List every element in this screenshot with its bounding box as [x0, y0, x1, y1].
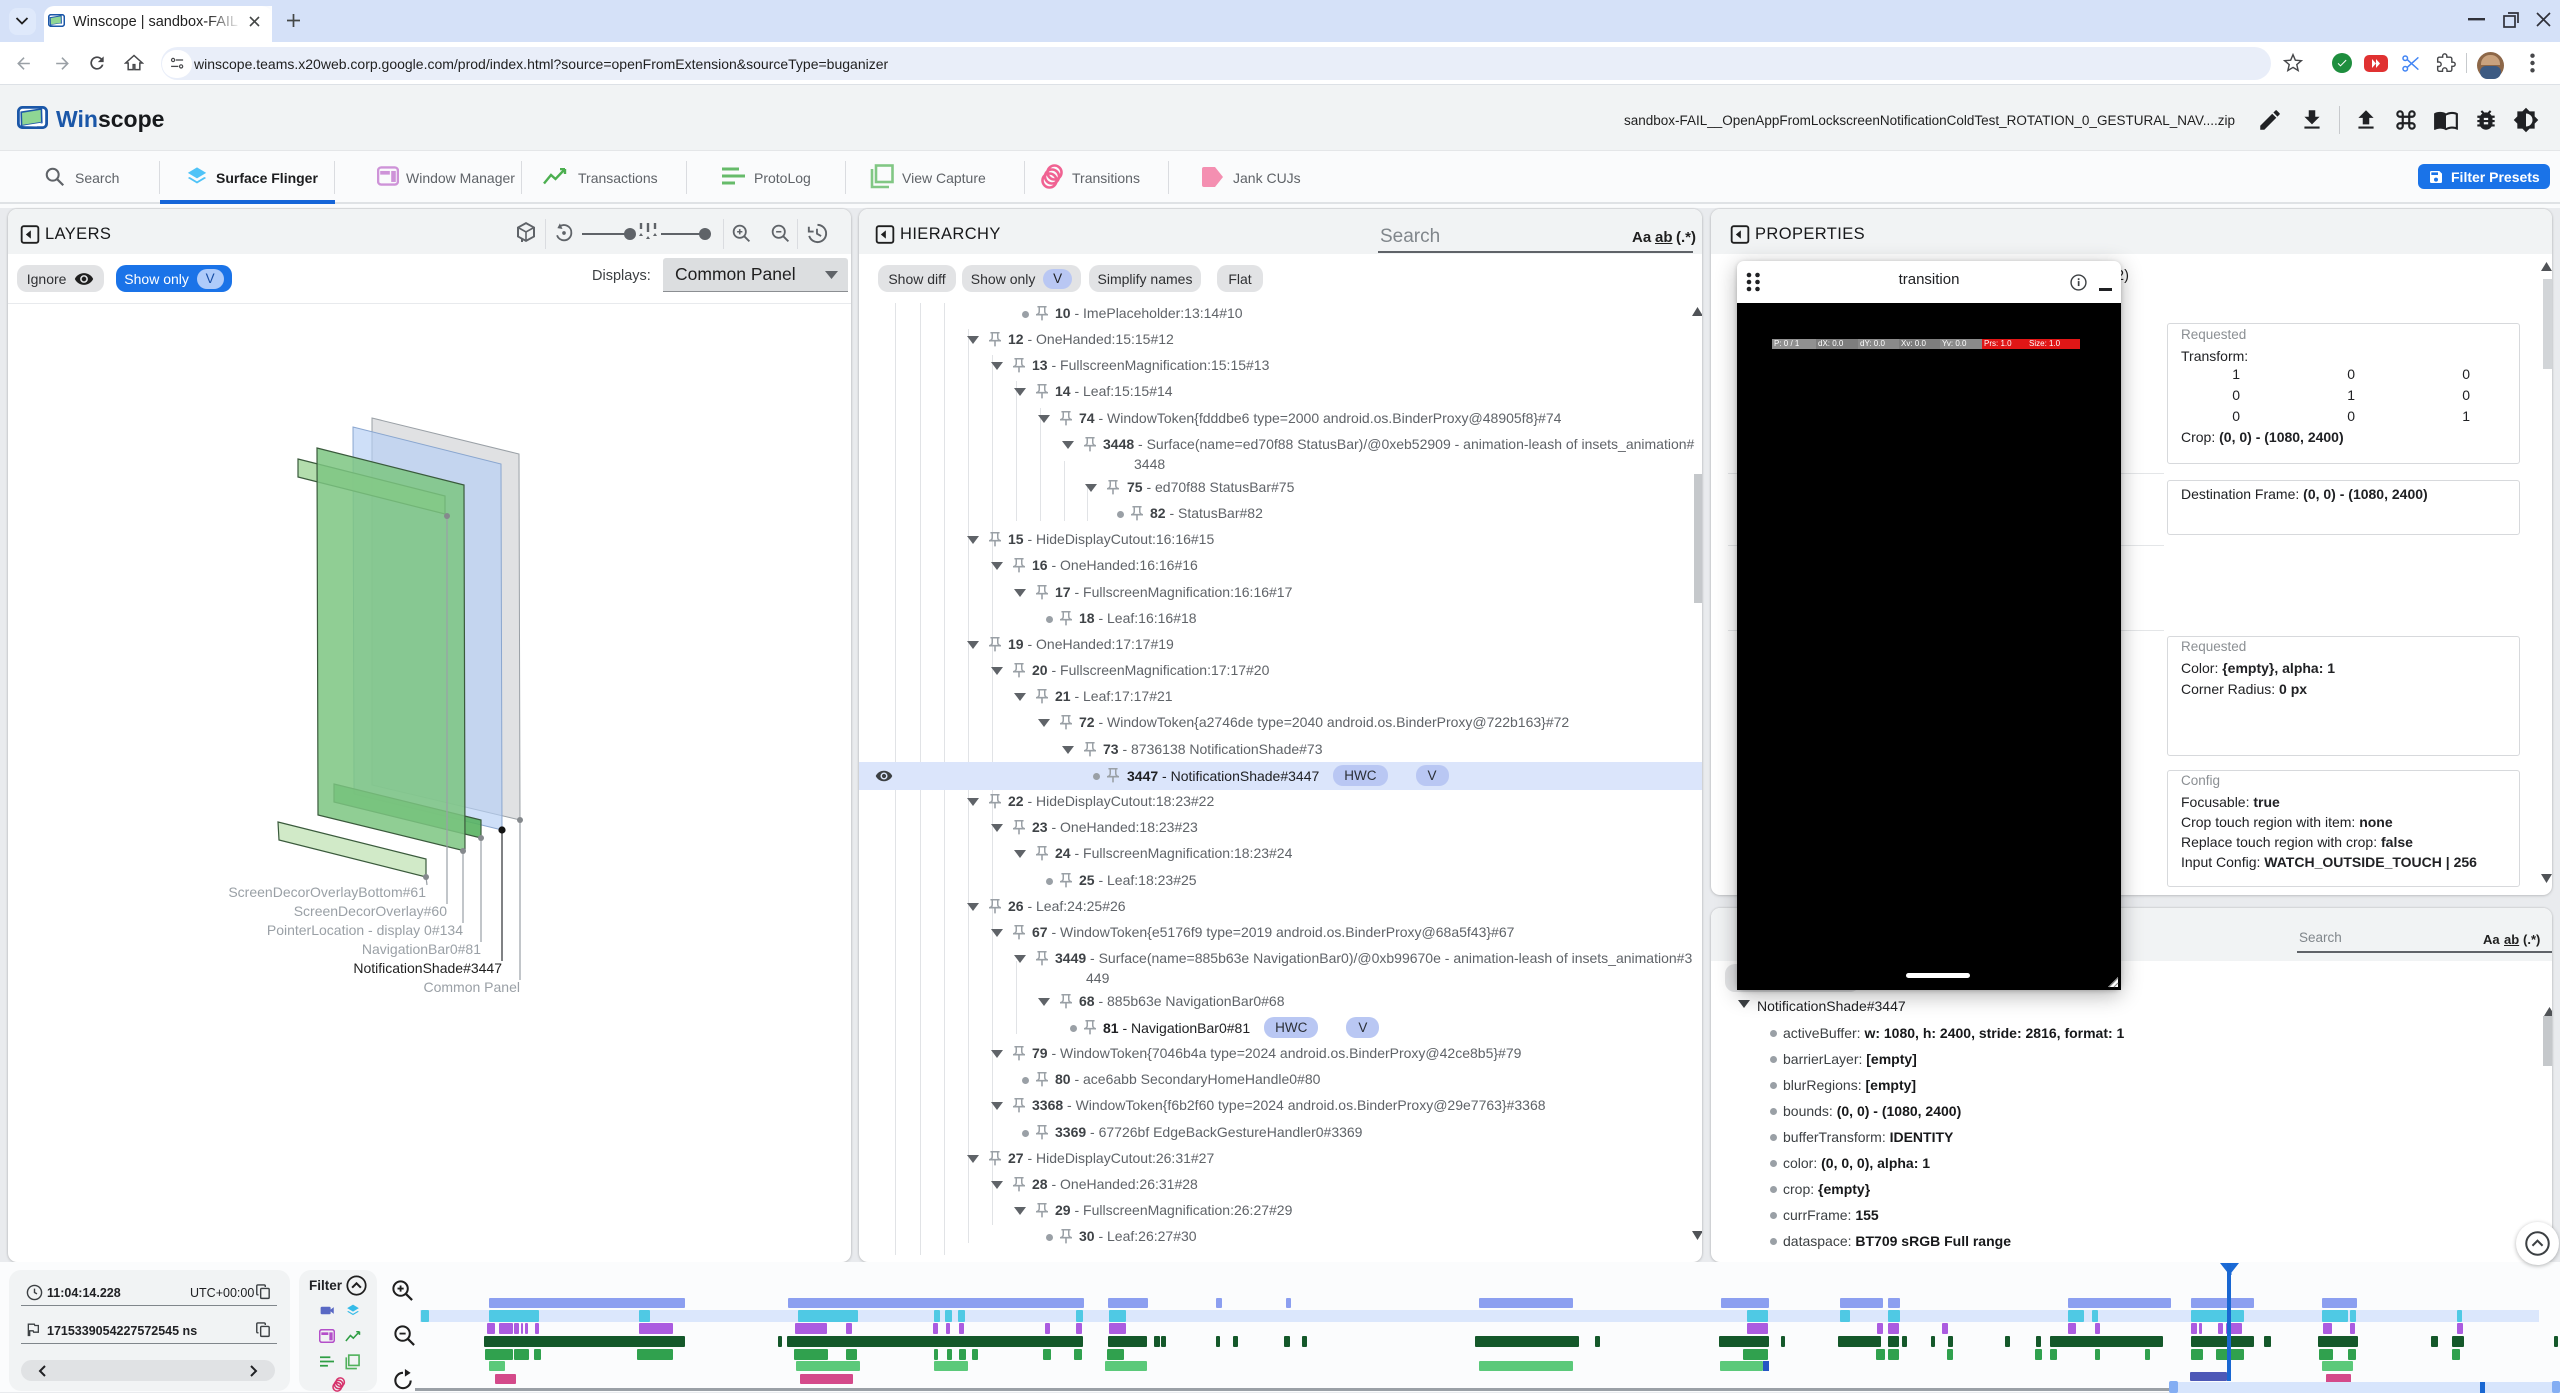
svg-text:ScreenDecorOverlay#60: ScreenDecorOverlay#60: [294, 903, 448, 919]
svg-text:ScreenDecorOverlayBottom#61: ScreenDecorOverlayBottom#61: [228, 884, 426, 900]
svg-text:PointerLocation - display 0#13: PointerLocation - display 0#134: [267, 922, 463, 938]
svg-text:NavigationBar0#81: NavigationBar0#81: [362, 941, 481, 957]
svg-text:Common Panel: Common Panel: [424, 979, 521, 995]
svg-text:NotificationShade#3447: NotificationShade#3447: [353, 960, 502, 976]
